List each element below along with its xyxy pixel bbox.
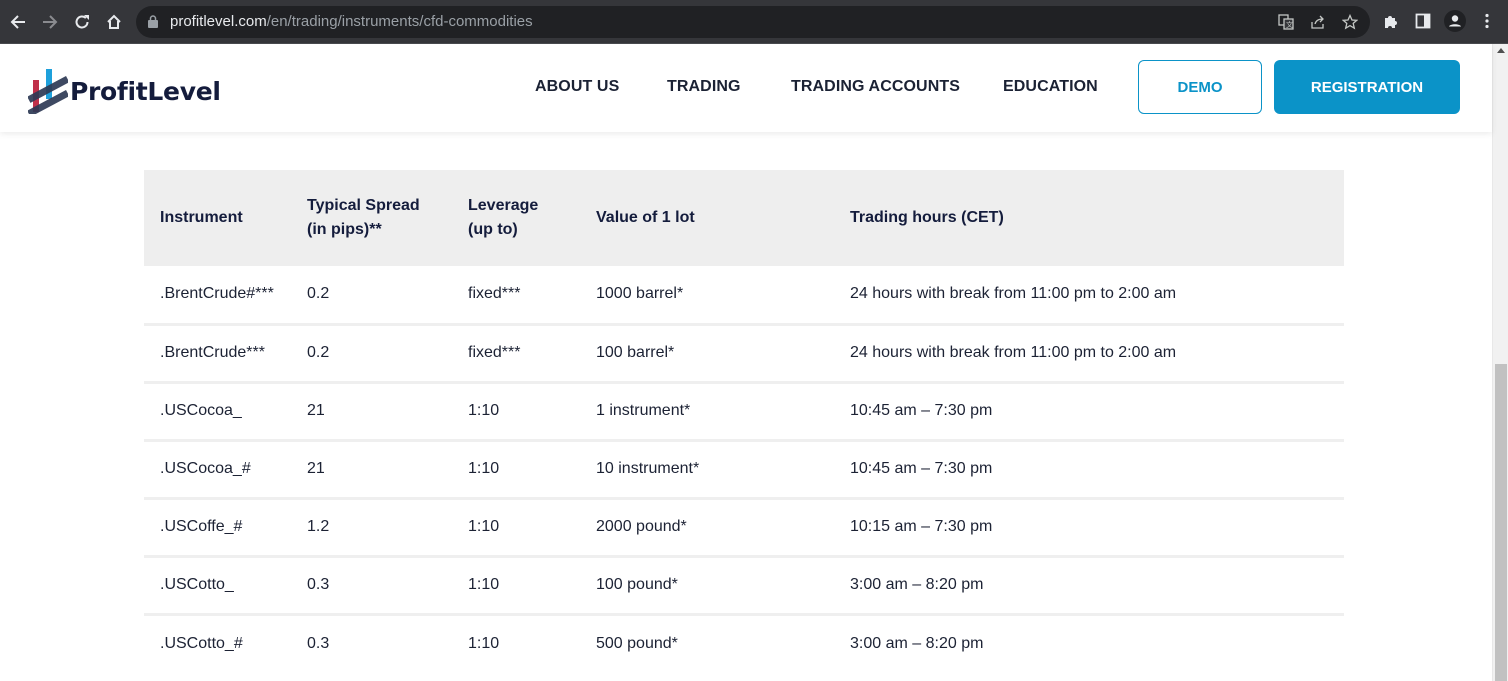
column-header-lot-value: Value of 1 lot bbox=[596, 209, 695, 226]
cell-leverage: 1:10 bbox=[468, 402, 500, 419]
forward-icon[interactable] bbox=[36, 8, 64, 36]
table-row: .USCocoa_# 21 1:10 10 instrument* 10:45 … bbox=[144, 440, 1344, 498]
bookmark-star-icon[interactable] bbox=[1340, 12, 1360, 32]
cell-trading-hours: 3:00 am – 8:20 pm bbox=[850, 576, 984, 593]
table-header-row: Instrument Typical Spread (in pips)** Le… bbox=[144, 170, 1344, 266]
column-header-trading-hours: Trading hours (CET) bbox=[850, 209, 1004, 226]
share-icon[interactable] bbox=[1308, 12, 1328, 32]
column-header-leverage: Leverage (up to) bbox=[468, 197, 539, 238]
column-header-spread: Typical Spread (in pips)** bbox=[307, 197, 420, 238]
menu-icon[interactable] bbox=[1476, 10, 1498, 32]
cell-leverage: fixed*** bbox=[468, 285, 521, 303]
cell-lot-value: 100 pound* bbox=[596, 576, 678, 593]
cell-spread: 21 bbox=[307, 402, 325, 419]
cell-lot-value: 10 instrument* bbox=[596, 460, 700, 477]
url-path: /en/trading/instruments/cfd-commodities bbox=[266, 13, 533, 30]
table-row: .USCoffe_# 1.2 1:10 2000 pound* 10:15 am… bbox=[144, 498, 1344, 556]
cell-trading-hours: 24 hours with break from 11:00 pm to 2:0… bbox=[850, 285, 1177, 303]
cell-trading-hours: 10:45 am – 7:30 pm bbox=[850, 402, 993, 419]
svg-text:文: 文 bbox=[1286, 20, 1293, 29]
column-header-instrument: Instrument bbox=[160, 209, 243, 226]
browser-toolbar: profitlevel.com/en/trading/instruments/c… bbox=[0, 0, 1508, 44]
cell-trading-hours: 3:00 am – 8:20 pm bbox=[850, 634, 984, 652]
url-host: profitlevel.com bbox=[170, 13, 267, 30]
table-row: .BrentCrude*** 0.2 fixed*** 100 barrel* … bbox=[144, 324, 1344, 382]
url-text[interactable]: profitlevel.com/en/trading/instruments/c… bbox=[170, 13, 533, 30]
cell-trading-hours: 10:45 am – 7:30 pm bbox=[850, 460, 993, 477]
cell-spread: 1.2 bbox=[307, 518, 330, 535]
address-bar[interactable]: profitlevel.com/en/trading/instruments/c… bbox=[136, 6, 1370, 38]
cell-spread: 0.2 bbox=[307, 285, 330, 303]
logo[interactable]: ProfitLevel bbox=[27, 64, 221, 119]
back-icon[interactable] bbox=[4, 8, 32, 36]
cell-spread: 21 bbox=[307, 460, 325, 477]
cell-trading-hours: 10:15 am – 7:30 pm bbox=[850, 518, 993, 535]
cell-leverage: 1:10 bbox=[468, 460, 500, 477]
demo-button[interactable]: DEMO bbox=[1138, 60, 1262, 114]
translate-icon[interactable]: 文 bbox=[1276, 12, 1296, 32]
side-panel-icon[interactable] bbox=[1412, 10, 1434, 32]
lock-icon[interactable] bbox=[148, 15, 158, 28]
cell-lot-value: 1 instrument* bbox=[596, 402, 691, 419]
logo-hash-icon bbox=[27, 64, 70, 119]
cell-spread: 0.3 bbox=[307, 634, 330, 652]
instruments-table-container: Instrument Typical Spread (in pips)** Le… bbox=[144, 170, 1344, 672]
cell-spread: 0.2 bbox=[307, 344, 330, 361]
cell-leverage: fixed*** bbox=[468, 344, 521, 361]
nav-trading[interactable]: TRADING bbox=[667, 78, 741, 96]
scrollbar-thumb[interactable] bbox=[1495, 364, 1507, 681]
cell-leverage: 1:10 bbox=[468, 634, 500, 652]
instruments-table: Instrument Typical Spread (in pips)** Le… bbox=[144, 170, 1344, 672]
cell-spread: 0.3 bbox=[307, 576, 330, 593]
scroll-up-arrow-icon[interactable] bbox=[1497, 48, 1505, 53]
cell-lot-value: 500 pound* bbox=[596, 634, 678, 652]
cell-instrument: .BrentCrude#*** bbox=[160, 285, 274, 303]
table-row: .USCotto_ 0.3 1:10 100 pound* 3:00 am – … bbox=[144, 556, 1344, 614]
home-icon[interactable] bbox=[100, 8, 128, 36]
table-row: .USCocoa_ 21 1:10 1 instrument* 10:45 am… bbox=[144, 382, 1344, 440]
nav-education[interactable]: EDUCATION bbox=[1003, 78, 1098, 96]
table-row: .USCotto_# 0.3 1:10 500 pound* 3:00 am –… bbox=[144, 614, 1344, 672]
table-row: .BrentCrude#*** 0.2 fixed*** 1000 barrel… bbox=[144, 266, 1344, 324]
extensions-icon[interactable] bbox=[1380, 10, 1402, 32]
cell-lot-value: 1000 barrel* bbox=[596, 285, 684, 303]
cell-lot-value: 2000 pound* bbox=[596, 518, 687, 535]
cell-instrument: .USCotto_# bbox=[160, 634, 243, 652]
cell-instrument: .BrentCrude*** bbox=[160, 344, 265, 361]
cell-instrument: .USCocoa_ bbox=[160, 402, 242, 419]
cell-instrument: .USCotto_ bbox=[160, 576, 234, 593]
cell-leverage: 1:10 bbox=[468, 576, 500, 593]
registration-button[interactable]: REGISTRATION bbox=[1274, 60, 1460, 114]
cell-instrument: .USCoffe_# bbox=[160, 518, 243, 535]
cell-trading-hours: 24 hours with break from 11:00 pm to 2:0… bbox=[850, 344, 1177, 361]
page-scrollbar[interactable] bbox=[1492, 44, 1508, 681]
reload-icon[interactable] bbox=[68, 8, 96, 36]
cell-leverage: 1:10 bbox=[468, 518, 500, 535]
nav-about-us[interactable]: ABOUT US bbox=[535, 78, 619, 96]
profile-icon[interactable] bbox=[1444, 10, 1466, 32]
nav-trading-accounts[interactable]: TRADING ACCOUNTS bbox=[791, 78, 960, 96]
site-header: ProfitLevel ABOUT US TRADING TRADING ACC… bbox=[0, 44, 1492, 132]
logo-text: ProfitLevel bbox=[70, 76, 221, 106]
cell-instrument: .USCocoa_# bbox=[160, 460, 251, 477]
cell-lot-value: 100 barrel* bbox=[596, 344, 675, 361]
